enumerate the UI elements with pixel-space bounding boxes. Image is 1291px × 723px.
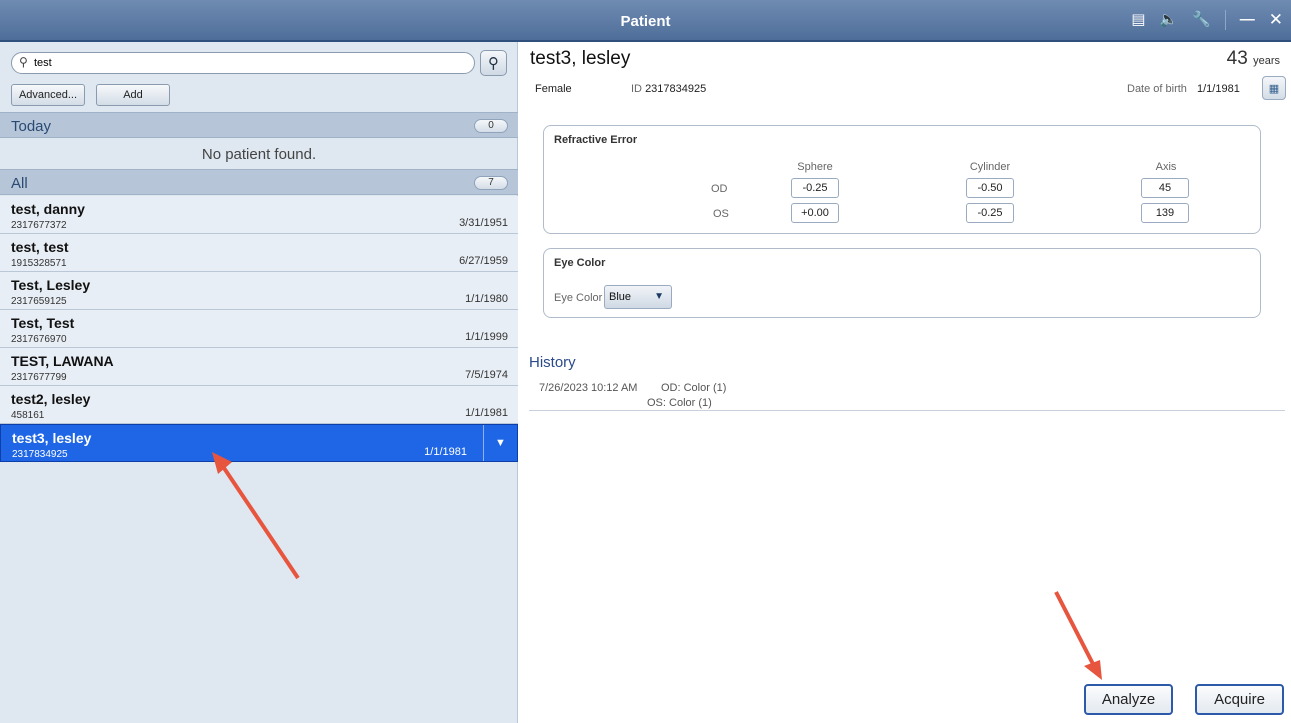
patient-dob: 7/5/1974 xyxy=(465,369,508,381)
patient-dob: 1/1/1980 xyxy=(465,293,508,305)
calendar-button[interactable]: ▦ xyxy=(1262,76,1286,100)
patient-id: 2317677372 xyxy=(11,220,67,231)
patient-name: test, test xyxy=(11,239,69,255)
chevron-down-icon: ▼ xyxy=(495,437,506,449)
patient-row[interactable]: test, test 1915328571 6/27/1959 xyxy=(0,234,518,272)
eye-color-value: Blue xyxy=(609,291,632,303)
patient-name: Test, Lesley xyxy=(11,277,91,293)
patient-id: 1915328571 xyxy=(11,258,67,269)
section-all[interactable]: All 7 xyxy=(0,169,518,195)
close-icon[interactable]: ✕ xyxy=(1269,10,1283,30)
section-today-count: 0 xyxy=(474,119,508,133)
search-box[interactable]: ⚲ xyxy=(11,52,475,74)
display-icon[interactable]: ▤ xyxy=(1131,10,1145,30)
minimize-icon[interactable]: — xyxy=(1240,10,1255,30)
eye-color-label: Eye Color xyxy=(554,292,603,304)
patient-name: Test, Test xyxy=(11,315,75,331)
patient-name: test3, lesley xyxy=(12,430,92,446)
refractive-error-card: Refractive Error Sphere Cylinder Axis OD… xyxy=(543,125,1261,234)
search-input[interactable] xyxy=(34,55,464,71)
section-all-label: All xyxy=(11,175,28,192)
patient-id: 2317659125 xyxy=(11,296,67,307)
patient-row-selected[interactable]: test3, lesley 2317834925 1/1/1981 ▼ xyxy=(0,424,518,462)
patient-name: test, danny xyxy=(11,201,85,217)
analyze-button[interactable]: Analyze xyxy=(1084,684,1173,715)
no-patient-message: No patient found. xyxy=(201,146,317,163)
magnifier-icon: ⚲ xyxy=(488,55,499,72)
window-title: Patient xyxy=(620,13,671,30)
history-entry-os: OS: Color (1) xyxy=(647,397,712,409)
history-title: History xyxy=(529,354,576,371)
advanced-button[interactable]: Advanced... xyxy=(11,84,85,106)
add-button[interactable]: Add xyxy=(96,84,170,106)
chevron-down-icon: ▼ xyxy=(654,291,664,302)
id-value: 2317834925 xyxy=(645,83,707,95)
patient-list-panel: ⚲ ⚲ Advanced... Add Today 0 No patient f… xyxy=(0,42,518,723)
od-axis-field[interactable]: 45 xyxy=(1141,178,1189,198)
patient-id: 458161 xyxy=(11,410,45,421)
dob-value: 1/1/1981 xyxy=(1197,83,1240,95)
title-bar-controls: ▤ 🔈 🔧 — ✕ xyxy=(1131,10,1283,30)
acquire-button[interactable]: Acquire xyxy=(1195,684,1284,715)
patient-dob: 1/1/1981 xyxy=(465,407,508,419)
od-label: OD xyxy=(711,183,728,195)
section-today[interactable]: Today 0 xyxy=(0,112,518,138)
section-today-label: Today xyxy=(11,118,52,135)
patient-list: test, danny 2317677372 3/31/1951 test, t… xyxy=(0,196,518,462)
age-value: 43 xyxy=(1226,48,1248,69)
patient-name: TEST, LAWANA xyxy=(11,353,114,369)
patient-row[interactable]: Test, Lesley 2317659125 1/1/1980 xyxy=(0,272,518,310)
dob-label: Date of birth xyxy=(1127,83,1187,95)
age-unit: years xyxy=(1253,55,1280,67)
os-axis-field[interactable]: 139 xyxy=(1141,203,1189,223)
title-bar-divider xyxy=(1224,10,1226,30)
history-entry-date[interactable]: 7/26/2023 10:12 AM xyxy=(539,382,637,394)
detail-age: 43 years xyxy=(1227,48,1280,70)
history-divider xyxy=(529,410,1285,411)
title-bar: Patient ▤ 🔈 🔧 — ✕ xyxy=(0,0,1291,42)
eye-color-card: Eye Color Eye Color Blue ▼ xyxy=(543,248,1261,318)
detail-gender: Female xyxy=(535,83,572,95)
patient-row[interactable]: Test, Test 2317676970 1/1/1999 xyxy=(0,310,518,348)
patient-row[interactable]: TEST, LAWANA 2317677799 7/5/1974 xyxy=(0,348,518,386)
patient-dob: 1/1/1999 xyxy=(465,331,508,343)
id-label: ID xyxy=(631,83,642,95)
patient-id: 2317834925 xyxy=(12,449,68,460)
search-icon: ⚲ xyxy=(19,55,28,69)
od-cylinder-field[interactable]: -0.50 xyxy=(966,178,1014,198)
cylinder-header: Cylinder xyxy=(969,161,1011,173)
axis-header: Axis xyxy=(1155,161,1177,173)
history-entry-od: OD: Color (1) xyxy=(661,382,727,394)
os-label: OS xyxy=(713,208,729,220)
eye-color-select[interactable]: Blue ▼ xyxy=(604,285,672,309)
patient-dob: 3/31/1951 xyxy=(459,217,508,229)
calendar-icon: ▦ xyxy=(1268,82,1280,95)
sphere-header: Sphere xyxy=(797,161,833,173)
refractive-error-title: Refractive Error xyxy=(554,134,638,146)
wrench-icon[interactable]: 🔧 xyxy=(1192,10,1211,30)
patient-dob: 1/1/1981 xyxy=(424,446,467,458)
os-sphere-field[interactable]: +0.00 xyxy=(791,203,839,223)
eye-color-title: Eye Color xyxy=(554,257,606,269)
patient-detail-panel: test3, lesley 43 years Female ID 2317834… xyxy=(519,42,1291,723)
detail-id: ID 2317834925 xyxy=(631,83,706,95)
patient-id: 2317677799 xyxy=(11,372,67,383)
patient-row[interactable]: test, danny 2317677372 3/31/1951 xyxy=(0,196,518,234)
patient-id: 2317676970 xyxy=(11,334,67,345)
patient-name: test2, lesley xyxy=(11,391,91,407)
detail-patient-name: test3, lesley xyxy=(530,48,631,69)
os-cylinder-field[interactable]: -0.25 xyxy=(966,203,1014,223)
speaker-icon[interactable]: 🔈 xyxy=(1159,10,1178,30)
od-sphere-field[interactable]: -0.25 xyxy=(791,178,839,198)
search-button[interactable]: ⚲ xyxy=(480,50,507,76)
section-all-count: 7 xyxy=(474,176,508,190)
row-dropdown-button[interactable]: ▼ xyxy=(483,425,517,461)
patient-row[interactable]: test2, lesley 458161 1/1/1981 xyxy=(0,386,518,424)
patient-dob: 6/27/1959 xyxy=(459,255,508,267)
